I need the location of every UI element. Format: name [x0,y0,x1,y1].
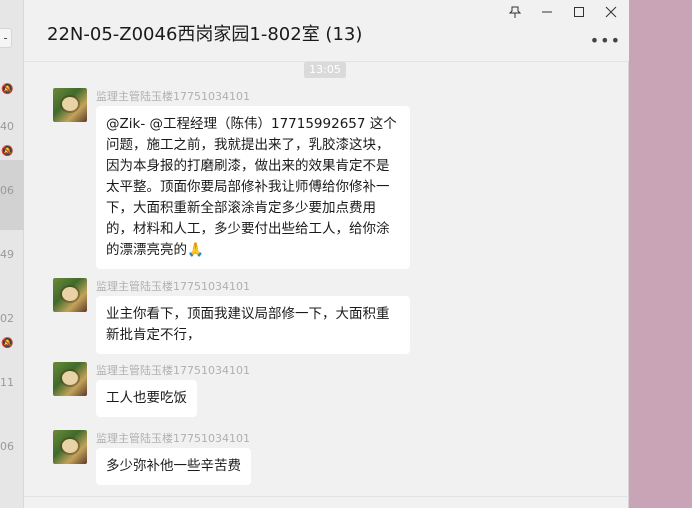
message-sender: 监理主管陆玉楼17751034101 [96,364,250,377]
pin-icon[interactable] [508,6,522,20]
more-options-button[interactable]: ••• [590,31,621,50]
mute-icon: 🔕 [1,84,14,95]
list-time: 49 [0,248,14,261]
list-time: 02 [0,312,14,325]
list-time: 11 [0,376,14,389]
message-item: 监理主管陆玉楼17751034101 @Zik- @工程经理（陈伟）177159… [53,88,613,269]
maximize-icon[interactable] [572,6,586,20]
message-item: 监理主管陆玉楼17751034101 工人也要吃饭 [53,362,613,422]
mute-icon: 🔕 [1,338,14,349]
mute-icon: 🔕 [1,146,14,157]
avatar[interactable] [53,362,87,396]
message-item: 监理主管陆玉楼17751034101 业主你看下，顶面我建议局部修一下，大面积重… [53,278,613,358]
message-bubble[interactable]: @Zik- @工程经理（陈伟）17715992657 这个问题，施工之前，我就提… [96,106,410,269]
close-icon[interactable] [604,6,618,20]
message-bubble[interactable]: 工人也要吃饭 [96,380,197,417]
avatar[interactable] [53,278,87,312]
message-sender: 监理主管陆玉楼17751034101 [96,90,250,103]
chat-header: 22N-05-Z0046西岗家园1-802室 (13) ••• [24,0,629,62]
message-sender: 监理主管陆玉楼17751034101 [96,432,250,445]
message-item: 监理主管陆玉楼17751034101 多少弥补他一些辛苦费 [53,430,613,490]
collapse-button[interactable]: - [0,28,12,48]
message-bubble[interactable]: 业主你看下，顶面我建议局部修一下，大面积重新批肯定不行， [96,296,410,354]
minimize-icon[interactable] [540,6,554,20]
list-time: 06 [0,440,14,453]
avatar[interactable] [53,88,87,122]
message-bubble[interactable]: 多少弥补他一些辛苦费 [96,448,251,485]
chat-list-strip: - 🔕 40 🔕 06 49 02 🔕 11 06 [0,0,24,508]
input-area-divider [24,496,629,497]
avatar[interactable] [53,430,87,464]
time-separator: 13:05 [304,62,346,78]
chat-title: 22N-05-Z0046西岗家园1-802室 (13) [47,24,363,45]
list-time: 40 [0,120,14,133]
list-time: 06 [0,184,14,197]
chat-window: 22N-05-Z0046西岗家园1-802室 (13) ••• 13:05 监理… [24,0,629,508]
message-sender: 监理主管陆玉楼17751034101 [96,280,250,293]
